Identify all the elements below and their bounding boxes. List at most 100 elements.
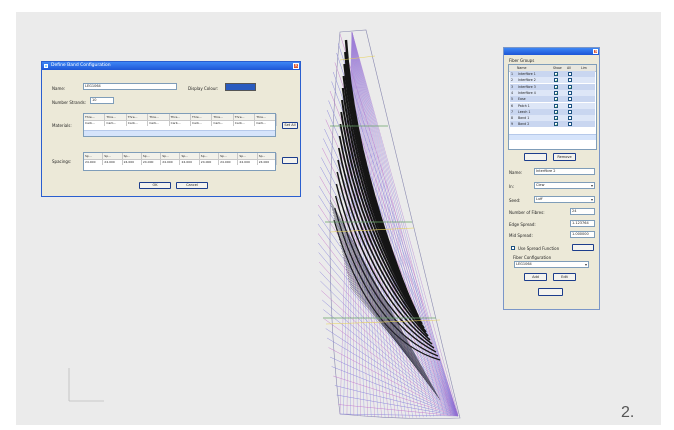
name-field[interactable]: LEG1064 <box>83 83 177 90</box>
fiber-group-row[interactable]: 7 Leech 1 ✓ <box>510 108 595 115</box>
add-config-button[interactable]: Add <box>524 273 547 281</box>
spacings-label: Spacings: <box>52 159 72 164</box>
grid-cell[interactable]: Carb... <box>212 120 234 126</box>
spacings-grid[interactable]: Sp... Sp... Sp... Sp... Sp... Sp... Sp... Sp...… <box>83 152 277 171</box>
fiber-group-row[interactable]: 4 Interfibre 4 ✓ <box>510 89 595 96</box>
all-checkbox[interactable] <box>568 122 572 127</box>
grid-cell[interactable]: Carb... <box>255 120 277 126</box>
show-checkbox[interactable]: ✓ <box>554 72 558 77</box>
grid-cell[interactable]: Carb... <box>234 120 256 126</box>
row-number: 6 <box>511 103 514 108</box>
grid-cell[interactable]: Carb... <box>127 120 149 126</box>
set-all-button[interactable]: Set All <box>282 122 298 129</box>
grid-cell[interactable]: 24.000 <box>161 159 181 165</box>
bottom-button[interactable] <box>538 288 563 296</box>
ok-button[interactable]: OK <box>139 182 171 189</box>
fiber-group-row[interactable]: 2 Interfibre 2 ✓ <box>510 77 595 84</box>
spread-function-button[interactable] <box>572 244 594 251</box>
grid-cell[interactable]: Carb... <box>191 120 213 126</box>
row-number: 1 <box>511 72 514 76</box>
in-select[interactable]: Clew <box>534 182 595 189</box>
show-checkbox[interactable]: ✓ <box>554 109 558 114</box>
show-checkbox[interactable]: ✓ <box>554 78 558 83</box>
row-number: 4 <box>511 90 514 95</box>
dialog-titlebar[interactable]: Define Band Configuration × <box>42 62 300 70</box>
fiber-group-row[interactable]: 3 Interfibre 3 ✓ ✓ <box>510 83 595 90</box>
show-checkbox[interactable]: ✓ <box>554 122 558 127</box>
grid-cell[interactable]: 24.000 <box>258 159 277 165</box>
all-checkbox[interactable] <box>568 72 572 76</box>
panel-titlebar[interactable]: × <box>504 48 599 55</box>
dialog-title: Define Band Configuration <box>51 63 111 68</box>
grid-cell[interactable]: 24.000 <box>181 159 200 165</box>
fiber-name-label: Name: <box>509 170 523 175</box>
row-name: Interfibre 3 <box>518 84 536 89</box>
fiber-group-row[interactable]: 9 Band 2 ✓ <box>510 121 595 128</box>
use-spread-checkbox[interactable] <box>511 246 515 250</box>
close-icon[interactable]: × <box>593 49 598 55</box>
fiber-group-row[interactable]: 5 Ease ✓ <box>510 96 595 103</box>
seed-select[interactable]: Luff <box>534 196 595 203</box>
close-icon[interactable]: × <box>293 63 299 69</box>
show-checkbox[interactable]: ✓ <box>554 97 558 102</box>
grid-cell[interactable]: 24.000 <box>84 159 104 165</box>
fiber-groups-scrollbar[interactable] <box>509 134 596 140</box>
row-number: 7 <box>511 109 514 114</box>
all-checkbox[interactable] <box>568 103 572 108</box>
all-checkbox[interactable] <box>568 90 572 95</box>
grid-cell[interactable]: Carb... <box>105 120 127 126</box>
fiber-group-row[interactable]: 1 Interfibre 1 ✓ <box>510 71 595 77</box>
materials-label: Materials: <box>52 123 72 128</box>
row-number: 3 <box>511 84 514 89</box>
grid-cell[interactable]: 24.000 <box>238 159 258 165</box>
num-fibres-field[interactable]: 24 <box>570 208 595 215</box>
cancel-button[interactable]: Cancel <box>176 182 208 189</box>
show-checkbox[interactable]: ✓ <box>554 103 558 108</box>
fiber-name-field[interactable]: Interfibre 2 <box>534 168 595 175</box>
grid-cell[interactable]: Carb... <box>84 120 106 126</box>
grid-cell[interactable]: 24.000 <box>142 159 162 165</box>
all-checkbox[interactable] <box>568 109 572 114</box>
row-name: Band 2 <box>518 122 530 127</box>
materials-grid[interactable]: Thre... Thre... Thre... Thre... Thre... Thre.… <box>83 113 277 137</box>
fiber-groups-table[interactable]: Name Show All Lim 1 Interfibre 1 ✓ 2 Interfibre… <box>508 64 597 150</box>
grid-cell[interactable]: 24.000 <box>200 159 220 165</box>
row-name: Band 1 <box>518 116 530 121</box>
materials-value-row: Carb... Carb... Carb... Carb... Carb... Carb.… <box>84 120 277 126</box>
fiber-group-row[interactable]: 8 Band 1 ✓ <box>510 115 595 122</box>
fiber-line <box>340 244 418 371</box>
grid-cell[interactable]: 24.000 <box>103 159 123 165</box>
grid-cell[interactable]: Carb... <box>170 120 191 126</box>
remove-button[interactable]: Remove <box>553 153 576 161</box>
number-strands-field[interactable]: 10 <box>90 97 114 104</box>
name-label: Name: <box>52 86 66 91</box>
show-checkbox[interactable]: ✓ <box>554 84 558 89</box>
use-spread-label: Use Spread Function <box>518 246 560 251</box>
row-name: Leech 1 <box>518 109 531 114</box>
edit-config-button[interactable]: Edit <box>553 273 576 281</box>
show-checkbox[interactable]: ✓ <box>554 116 558 121</box>
all-checkbox[interactable] <box>568 116 572 121</box>
row-name: Interfibre 2 <box>518 78 536 83</box>
mid-spread-field[interactable]: 1.000000 <box>570 231 595 238</box>
grid-cell[interactable]: 24.000 <box>219 159 239 165</box>
grid-cell[interactable]: 24.000 <box>123 159 142 165</box>
spacings-extra-button[interactable] <box>282 157 298 164</box>
grid-cell[interactable]: Carb... <box>148 120 170 126</box>
fiber-config-select[interactable]: LEG1064 <box>514 261 589 268</box>
number-strands-label: Number Strands: <box>52 100 87 105</box>
edge-spread-field[interactable]: 1.123764 <box>570 220 595 227</box>
add-group-button[interactable] <box>524 153 547 161</box>
fiber-group-row[interactable]: 6 Patch 1 ✓ <box>510 102 595 109</box>
figure-number: 2. <box>621 404 635 421</box>
materials-scrollbar[interactable] <box>84 130 275 136</box>
window-icon <box>44 64 48 68</box>
show-checkbox[interactable]: ✓ <box>554 90 558 95</box>
mid-spread-label: Mid Spread: <box>509 233 533 238</box>
axis-indicator <box>68 368 104 402</box>
display-colour-swatch[interactable] <box>225 83 256 91</box>
all-checkbox[interactable] <box>568 97 572 102</box>
edge-spread-label: Edge Spread: <box>509 222 536 227</box>
all-checkbox[interactable] <box>568 78 572 83</box>
all-checkbox[interactable]: ✓ <box>568 84 572 89</box>
